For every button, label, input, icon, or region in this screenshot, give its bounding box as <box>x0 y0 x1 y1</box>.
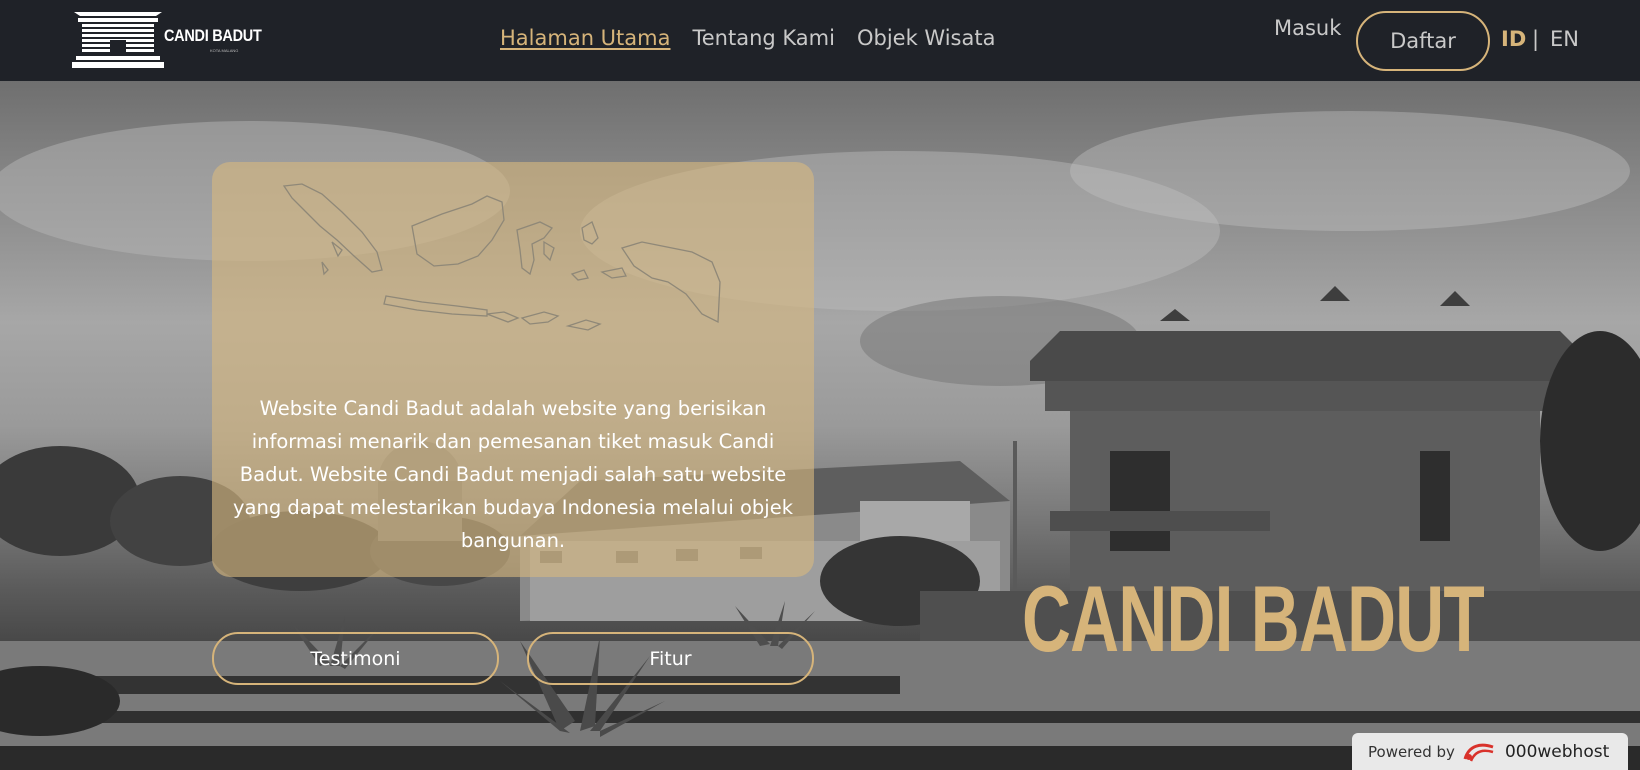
testimoni-button[interactable]: Testimoni <box>212 632 499 685</box>
login-link[interactable]: Masuk <box>1274 16 1341 40</box>
language-separator: | <box>1532 27 1540 51</box>
logo[interactable]: CANDI BADUT KOTA MALANG <box>72 12 262 70</box>
info-card: Website Candi Badut adalah website yang … <box>212 162 814 577</box>
main-nav: Halaman Utama Tentang Kami Objek Wisata <box>500 26 995 50</box>
webhost-logo-icon <box>1463 743 1494 762</box>
hero-section: Website Candi Badut adalah website yang … <box>0 81 1640 770</box>
powered-by-label: Powered by <box>1368 742 1455 761</box>
powered-by-badge[interactable]: Powered by 000webhost <box>1352 733 1628 770</box>
language-en-toggle[interactable]: EN <box>1550 27 1579 51</box>
nav-link-tentang-kami[interactable]: Tentang Kami <box>692 26 834 50</box>
temple-logo-icon <box>72 12 164 68</box>
logo-text: CANDI BADUT <box>164 26 262 45</box>
logo-tagline: KOTA MALANG <box>210 48 239 53</box>
language-id-toggle[interactable]: ID <box>1501 27 1526 51</box>
hero-title: CANDI BADUT <box>1022 566 1485 671</box>
hero-description: Website Candi Badut adalah website yang … <box>233 397 793 552</box>
fitur-button[interactable]: Fitur <box>527 632 814 685</box>
indonesia-map-icon <box>282 183 721 331</box>
nav-link-halaman-utama[interactable]: Halaman Utama <box>500 26 670 50</box>
register-button[interactable]: Daftar <box>1356 11 1490 71</box>
navbar: CANDI BADUT KOTA MALANG Halaman Utama Te… <box>0 0 1640 81</box>
powered-by-brand: 000webhost <box>1504 741 1610 762</box>
nav-link-objek-wisata[interactable]: Objek Wisata <box>857 26 996 50</box>
